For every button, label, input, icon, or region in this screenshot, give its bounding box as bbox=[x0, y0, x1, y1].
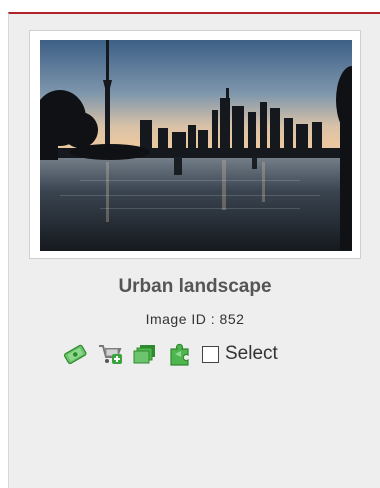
image-id: Image ID : 852 bbox=[145, 311, 245, 327]
image-card: Urban landscape Image ID : 852 Select bbox=[8, 12, 380, 488]
buy-icon[interactable] bbox=[61, 340, 89, 368]
thumbnail-frame[interactable] bbox=[29, 30, 361, 259]
action-bar: Select bbox=[61, 340, 278, 368]
image-title[interactable]: Urban landscape bbox=[9, 276, 380, 298]
select-checkbox[interactable] bbox=[202, 345, 219, 363]
select-label[interactable]: Select bbox=[225, 343, 278, 365]
similar-images-icon[interactable] bbox=[166, 340, 194, 368]
add-to-cart-icon[interactable] bbox=[96, 340, 124, 368]
lightbox-icon[interactable] bbox=[131, 340, 159, 368]
select-control[interactable]: Select bbox=[202, 343, 278, 365]
city-skyline-photo[interactable] bbox=[40, 40, 352, 251]
